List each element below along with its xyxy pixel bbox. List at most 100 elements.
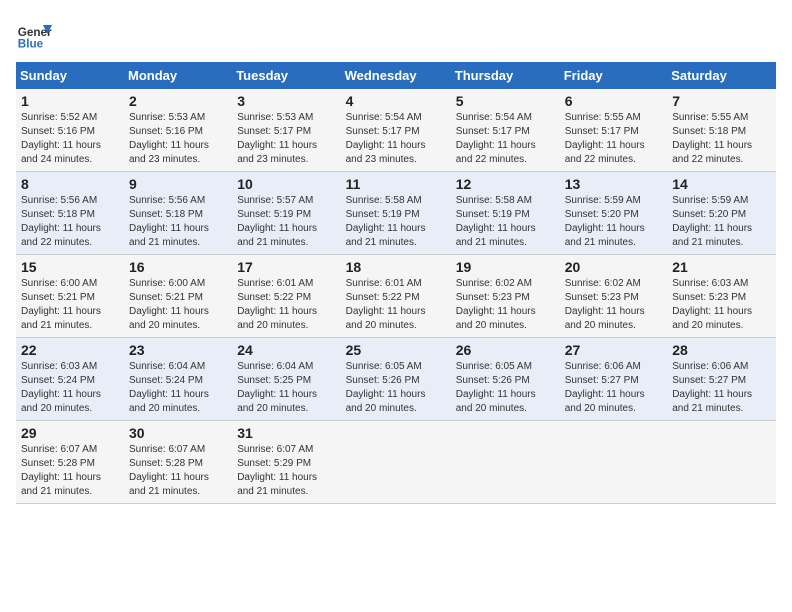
day-number: 21 bbox=[672, 259, 771, 275]
calendar-cell: 13 Sunrise: 5:59 AM Sunset: 5:20 PM Dayli… bbox=[560, 172, 667, 255]
calendar-cell: 24 Sunrise: 6:04 AM Sunset: 5:25 PM Dayli… bbox=[232, 338, 340, 421]
calendar-cell: 28 Sunrise: 6:06 AM Sunset: 5:27 PM Dayli… bbox=[667, 338, 776, 421]
day-number: 5 bbox=[456, 93, 555, 109]
day-number: 1 bbox=[21, 93, 119, 109]
day-number: 15 bbox=[21, 259, 119, 275]
logo-icon: General Blue bbox=[16, 16, 52, 52]
day-number: 31 bbox=[237, 425, 335, 441]
day-info: Sunrise: 5:54 AM Sunset: 5:17 PM Dayligh… bbox=[346, 111, 446, 167]
day-info: Sunrise: 6:07 AM Sunset: 5:29 PM Dayligh… bbox=[237, 443, 335, 499]
calendar-cell bbox=[560, 421, 667, 504]
day-number: 16 bbox=[129, 259, 227, 275]
calendar-cell: 29 Sunrise: 6:07 AM Sunset: 5:28 PM Dayli… bbox=[16, 421, 124, 504]
day-info: Sunrise: 5:53 AM Sunset: 5:16 PM Dayligh… bbox=[129, 111, 227, 167]
week-row-1: 1Sunrise: 5:52 AM Sunset: 5:16 PM Daylig… bbox=[16, 89, 776, 172]
day-number: 12 bbox=[456, 176, 555, 192]
day-number: 23 bbox=[129, 342, 227, 358]
day-number: 19 bbox=[456, 259, 555, 275]
week-row-2: 8Sunrise: 5:56 AM Sunset: 5:18 PM Daylig… bbox=[16, 172, 776, 255]
day-number: 9 bbox=[129, 176, 227, 192]
day-info: Sunrise: 6:06 AM Sunset: 5:27 PM Dayligh… bbox=[672, 360, 771, 416]
col-header-wednesday: Wednesday bbox=[341, 62, 451, 89]
day-number: 30 bbox=[129, 425, 227, 441]
col-header-sunday: Sunday bbox=[16, 62, 124, 89]
day-info: Sunrise: 6:05 AM Sunset: 5:26 PM Dayligh… bbox=[346, 360, 446, 416]
header: General Blue bbox=[16, 16, 776, 52]
day-info: Sunrise: 5:59 AM Sunset: 5:20 PM Dayligh… bbox=[672, 194, 771, 250]
day-number: 8 bbox=[21, 176, 119, 192]
day-info: Sunrise: 6:07 AM Sunset: 5:28 PM Dayligh… bbox=[129, 443, 227, 499]
calendar-cell: 5 Sunrise: 5:54 AM Sunset: 5:17 PM Daylig… bbox=[451, 89, 560, 172]
calendar-cell bbox=[667, 421, 776, 504]
week-row-3: 15 Sunrise: 6:00 AM Sunset: 5:21 PM Dayli… bbox=[16, 255, 776, 338]
header-row: SundayMondayTuesdayWednesdayThursdayFrid… bbox=[16, 62, 776, 89]
calendar-cell: 3Sunrise: 5:53 AM Sunset: 5:17 PM Daylig… bbox=[232, 89, 340, 172]
week-row-4: 22 Sunrise: 6:03 AM Sunset: 5:24 PM Dayli… bbox=[16, 338, 776, 421]
logo: General Blue bbox=[16, 16, 52, 52]
day-number: 10 bbox=[237, 176, 335, 192]
calendar-cell: 6 Sunrise: 5:55 AM Sunset: 5:17 PM Daylig… bbox=[560, 89, 667, 172]
calendar-cell: 15Sunrise: 6:00 AM Sunset: 5:21 PM Dayli… bbox=[16, 255, 124, 338]
calendar-cell: 8Sunrise: 5:56 AM Sunset: 5:18 PM Daylig… bbox=[16, 172, 124, 255]
day-info: Sunrise: 6:05 AM Sunset: 5:26 PM Dayligh… bbox=[456, 360, 555, 416]
calendar-cell: 25 Sunrise: 6:05 AM Sunset: 5:26 PM Dayli… bbox=[341, 338, 451, 421]
day-info: Sunrise: 6:02 AM Sunset: 5:23 PM Dayligh… bbox=[565, 277, 662, 333]
day-number: 26 bbox=[456, 342, 555, 358]
calendar-cell bbox=[341, 421, 451, 504]
day-number: 13 bbox=[565, 176, 662, 192]
calendar-cell: 7 Sunrise: 5:55 AM Sunset: 5:18 PM Daylig… bbox=[667, 89, 776, 172]
calendar-cell: 30 Sunrise: 6:07 AM Sunset: 5:28 PM Dayli… bbox=[124, 421, 232, 504]
day-number: 6 bbox=[565, 93, 662, 109]
calendar-cell: 31 Sunrise: 6:07 AM Sunset: 5:29 PM Dayli… bbox=[232, 421, 340, 504]
col-header-tuesday: Tuesday bbox=[232, 62, 340, 89]
calendar-cell: 20 Sunrise: 6:02 AM Sunset: 5:23 PM Dayli… bbox=[560, 255, 667, 338]
day-info: Sunrise: 6:02 AM Sunset: 5:23 PM Dayligh… bbox=[456, 277, 555, 333]
col-header-monday: Monday bbox=[124, 62, 232, 89]
day-info: Sunrise: 6:01 AM Sunset: 5:22 PM Dayligh… bbox=[237, 277, 335, 333]
calendar-cell: 14Sunrise: 5:59 AM Sunset: 5:20 PM Dayli… bbox=[667, 172, 776, 255]
svg-text:Blue: Blue bbox=[18, 38, 44, 51]
calendar-cell: 10Sunrise: 5:57 AM Sunset: 5:19 PM Dayli… bbox=[232, 172, 340, 255]
day-number: 28 bbox=[672, 342, 771, 358]
col-header-friday: Friday bbox=[560, 62, 667, 89]
day-number: 18 bbox=[346, 259, 446, 275]
day-number: 27 bbox=[565, 342, 662, 358]
col-header-saturday: Saturday bbox=[667, 62, 776, 89]
day-number: 24 bbox=[237, 342, 335, 358]
calendar-cell: 22 Sunrise: 6:03 AM Sunset: 5:24 PM Dayli… bbox=[16, 338, 124, 421]
day-info: Sunrise: 6:01 AM Sunset: 5:22 PM Dayligh… bbox=[346, 277, 446, 333]
calendar-cell: 23Sunrise: 6:04 AM Sunset: 5:24 PM Dayli… bbox=[124, 338, 232, 421]
day-info: Sunrise: 6:04 AM Sunset: 5:25 PM Dayligh… bbox=[237, 360, 335, 416]
day-info: Sunrise: 6:03 AM Sunset: 5:23 PM Dayligh… bbox=[672, 277, 771, 333]
day-info: Sunrise: 5:59 AM Sunset: 5:20 PM Dayligh… bbox=[565, 194, 662, 250]
day-info: Sunrise: 6:03 AM Sunset: 5:24 PM Dayligh… bbox=[21, 360, 119, 416]
day-number: 11 bbox=[346, 176, 446, 192]
day-number: 3 bbox=[237, 93, 335, 109]
calendar-cell: 18 Sunrise: 6:01 AM Sunset: 5:22 PM Dayli… bbox=[341, 255, 451, 338]
day-info: Sunrise: 5:55 AM Sunset: 5:17 PM Dayligh… bbox=[565, 111, 662, 167]
calendar-cell: 27Sunrise: 6:06 AM Sunset: 5:27 PM Dayli… bbox=[560, 338, 667, 421]
calendar-cell: 11 Sunrise: 5:58 AM Sunset: 5:19 PM Dayli… bbox=[341, 172, 451, 255]
week-row-5: 29 Sunrise: 6:07 AM Sunset: 5:28 PM Dayli… bbox=[16, 421, 776, 504]
day-info: Sunrise: 5:58 AM Sunset: 5:19 PM Dayligh… bbox=[346, 194, 446, 250]
col-header-thursday: Thursday bbox=[451, 62, 560, 89]
calendar-cell: 17 Sunrise: 6:01 AM Sunset: 5:22 PM Dayli… bbox=[232, 255, 340, 338]
calendar-cell: 12Sunrise: 5:58 AM Sunset: 5:19 PM Dayli… bbox=[451, 172, 560, 255]
day-number: 29 bbox=[21, 425, 119, 441]
calendar-cell bbox=[451, 421, 560, 504]
day-info: Sunrise: 5:55 AM Sunset: 5:18 PM Dayligh… bbox=[672, 111, 771, 167]
day-number: 20 bbox=[565, 259, 662, 275]
day-number: 17 bbox=[237, 259, 335, 275]
day-number: 2 bbox=[129, 93, 227, 109]
day-number: 25 bbox=[346, 342, 446, 358]
day-number: 4 bbox=[346, 93, 446, 109]
day-info: Sunrise: 6:07 AM Sunset: 5:28 PM Dayligh… bbox=[21, 443, 119, 499]
day-number: 7 bbox=[672, 93, 771, 109]
calendar-cell: 1Sunrise: 5:52 AM Sunset: 5:16 PM Daylig… bbox=[16, 89, 124, 172]
calendar-cell: 9Sunrise: 5:56 AM Sunset: 5:18 PM Daylig… bbox=[124, 172, 232, 255]
calendar-cell: 16 Sunrise: 6:00 AM Sunset: 5:21 PM Dayli… bbox=[124, 255, 232, 338]
calendar-cell: 4 Sunrise: 5:54 AM Sunset: 5:17 PM Daylig… bbox=[341, 89, 451, 172]
day-info: Sunrise: 6:00 AM Sunset: 5:21 PM Dayligh… bbox=[129, 277, 227, 333]
day-number: 22 bbox=[21, 342, 119, 358]
day-info: Sunrise: 5:54 AM Sunset: 5:17 PM Dayligh… bbox=[456, 111, 555, 167]
